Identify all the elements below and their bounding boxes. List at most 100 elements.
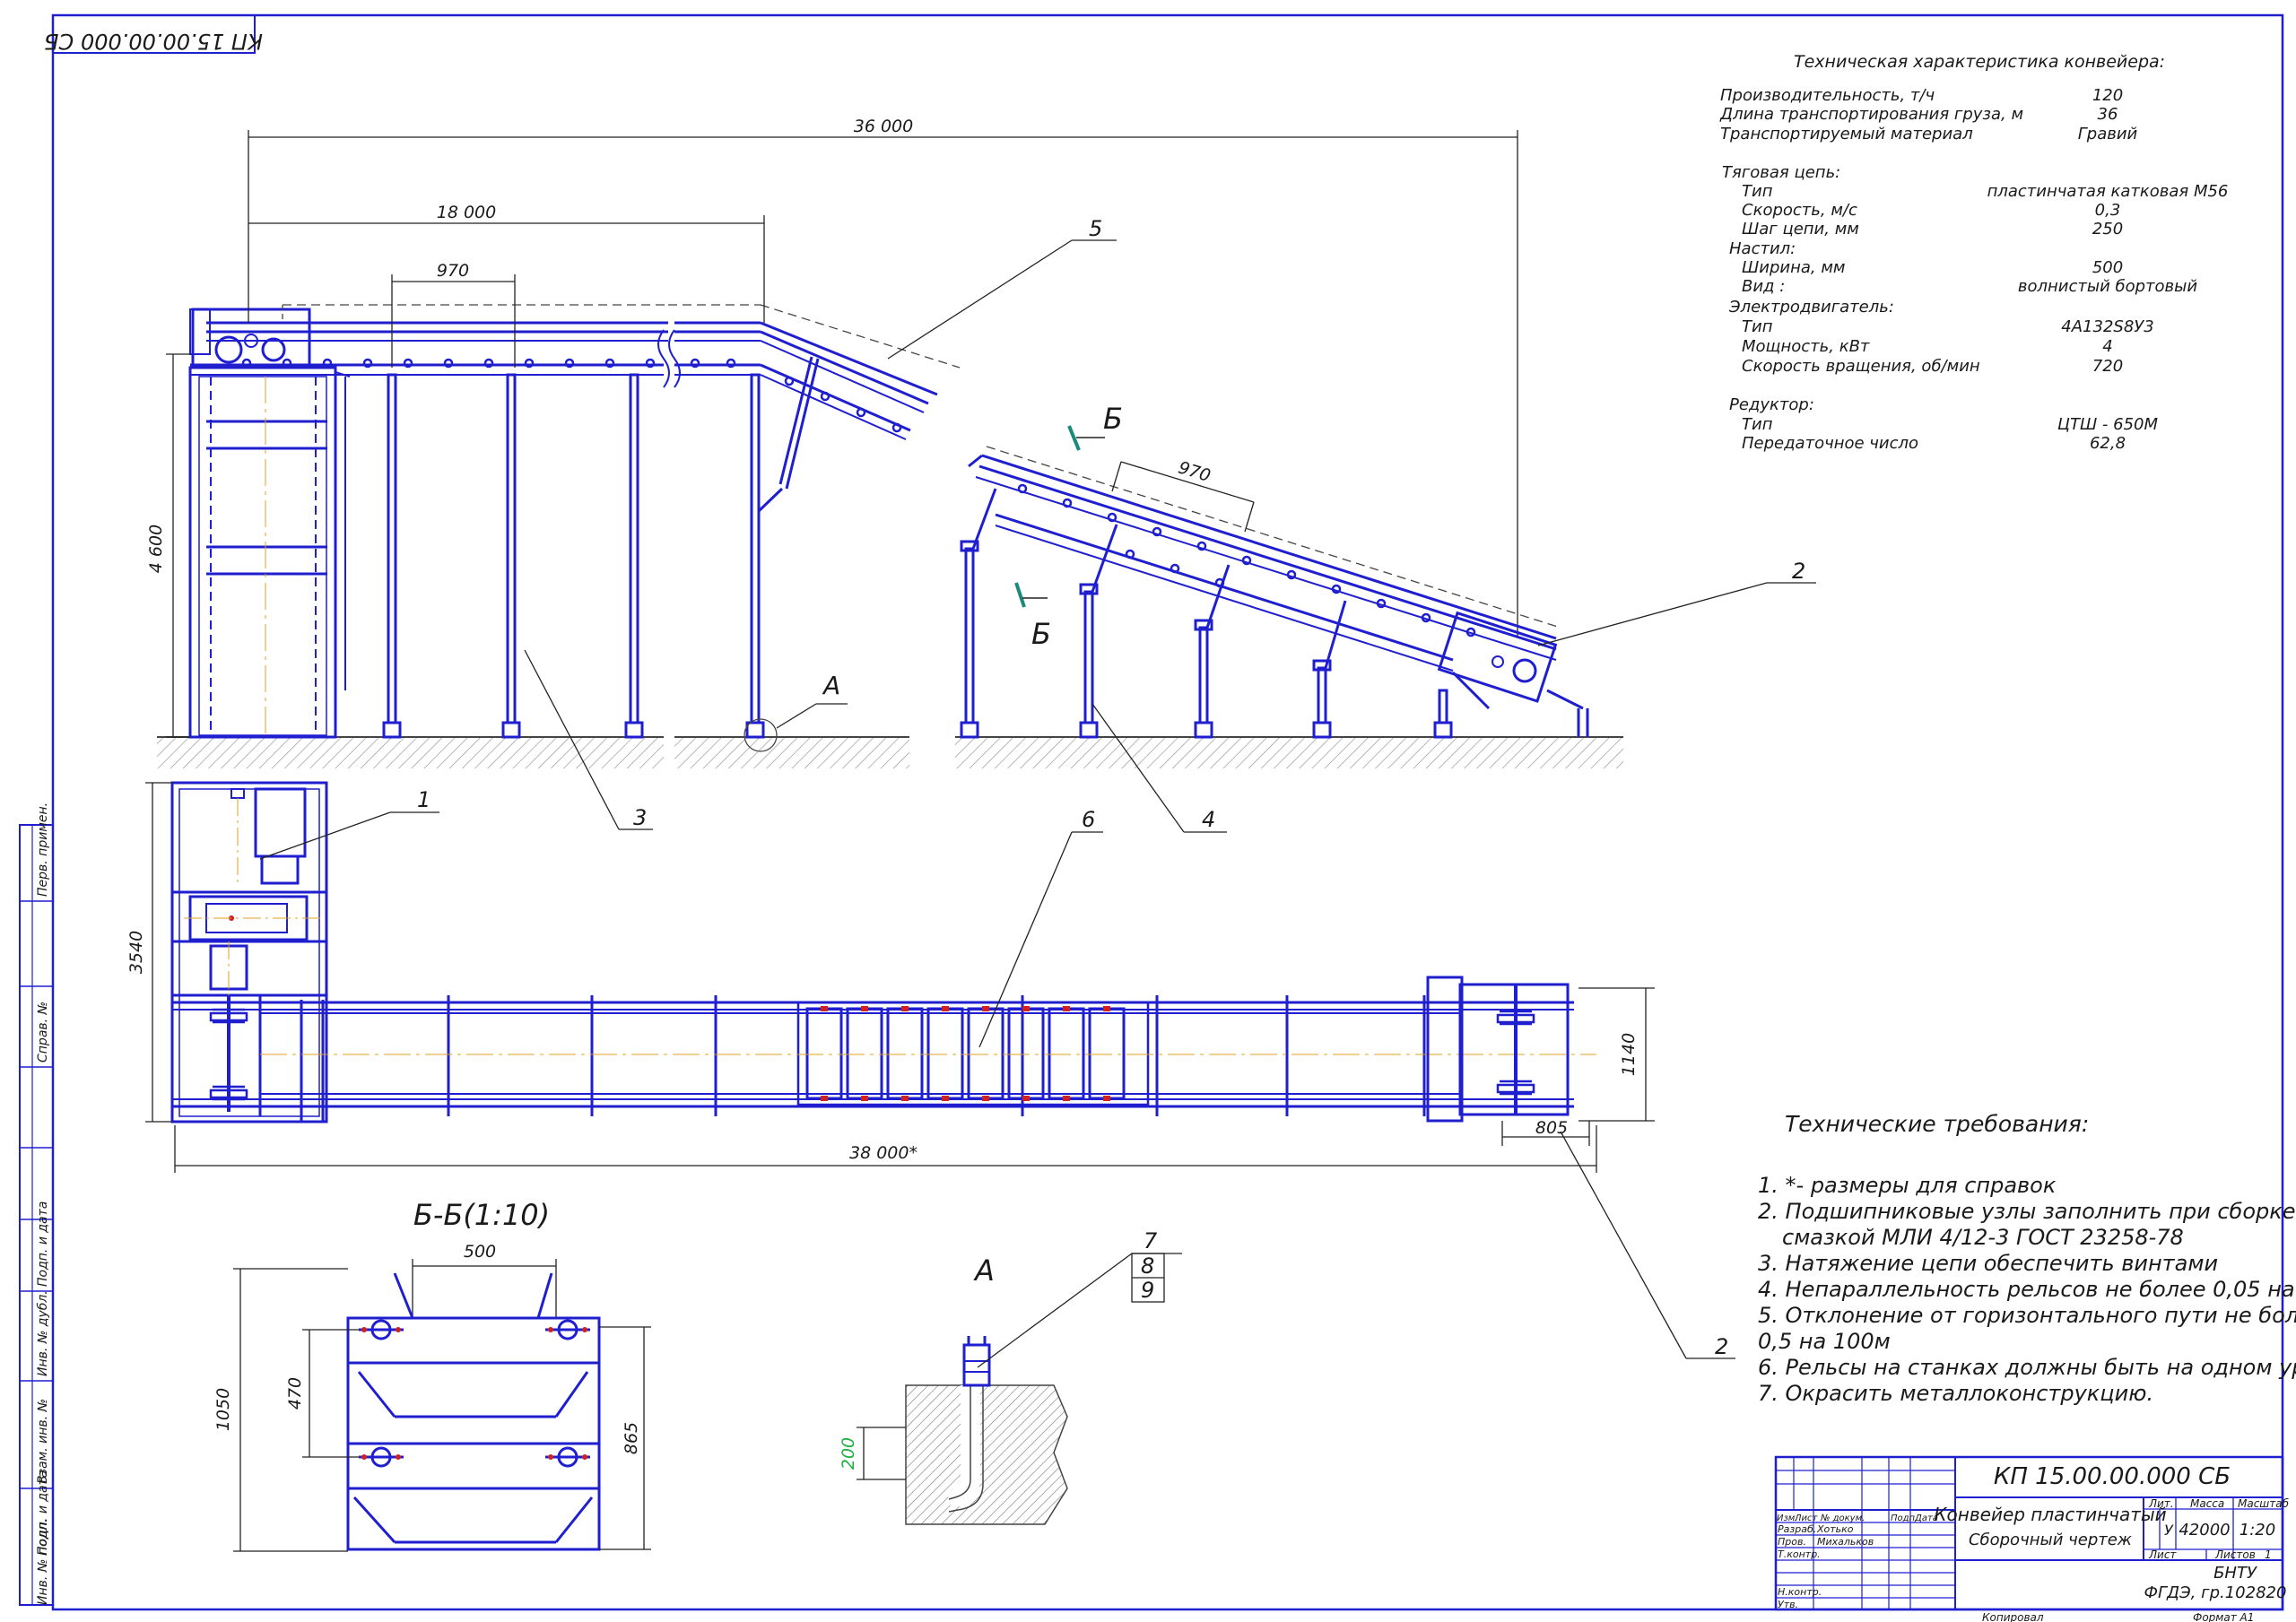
- svg-text:Пров.: Пров.: [1778, 1536, 1806, 1548]
- svg-text:Б: Б: [1103, 402, 1123, 436]
- svg-text:Подп. и дата: Подп. и дата: [36, 1201, 50, 1287]
- svg-text:Формат А1: Формат А1: [2193, 1611, 2254, 1622]
- svg-text:Дата: Дата: [1914, 1514, 1938, 1523]
- svg-text:КП 15.00.00.000 СБ: КП 15.00.00.000 СБ: [44, 29, 263, 54]
- svg-text:А: А: [973, 1253, 995, 1288]
- svg-text:38 000*: 38 000*: [849, 1143, 918, 1163]
- svg-text:Лист: Лист: [1794, 1514, 1819, 1523]
- svg-text:Подп.: Подп.: [1891, 1514, 1918, 1523]
- svg-text:Сборочный чертеж: Сборочный чертеж: [1969, 1531, 2133, 1549]
- characteristic-label: Мощность, кВт: [1742, 337, 1870, 356]
- svg-text:18 000: 18 000: [437, 203, 496, 222]
- svg-text:ФГДЭ, гр.102820: ФГДЭ, гр.102820: [2144, 1583, 2287, 1602]
- characteristic-value: 36: [2098, 105, 2118, 124]
- svg-text:865: 865: [622, 1422, 641, 1454]
- characteristic-label: Тип: [1742, 182, 1773, 201]
- svg-text:1: 1: [417, 787, 430, 812]
- svg-text:36 000: 36 000: [854, 117, 913, 136]
- svg-text:Т.контр.: Т.контр.: [1778, 1548, 1821, 1560]
- svg-text:Справ. №: Справ. №: [36, 1002, 50, 1063]
- characteristic-label: Настил:: [1729, 239, 1796, 258]
- svg-text:Михальков: Михальков: [1817, 1536, 1874, 1548]
- characteristic-value: 62,8: [2090, 434, 2126, 453]
- svg-text:6: 6: [1082, 807, 1095, 832]
- svg-text:1140: 1140: [1619, 1033, 1639, 1076]
- svg-text:1:20: 1:20: [2239, 1521, 2275, 1540]
- svg-text:Инв. № подл.: Инв. № подл.: [36, 1518, 50, 1605]
- assembly-drawing-sheet: КП 15.00.00.000 СБ Перв. примен. Справ. …: [0, 0, 2296, 1622]
- svg-text:Лит.: Лит.: [2148, 1497, 2174, 1510]
- characteristic-value: Гравий: [2078, 125, 2138, 143]
- characteristic-value: 0,3: [2095, 201, 2121, 220]
- characteristic-value: 4: [2102, 337, 2112, 356]
- characteristic-label: Шаг цепи, мм: [1742, 220, 1859, 239]
- characteristic-value: 120: [2092, 86, 2123, 105]
- svg-text:9: 9: [1141, 1278, 1154, 1303]
- characteristic-label: Производительность, т/ч: [1720, 86, 1935, 105]
- svg-text:8: 8: [1141, 1253, 1154, 1279]
- svg-text:Хотько: Хотько: [1816, 1523, 1854, 1535]
- svg-text:Масса: Масса: [2190, 1497, 2224, 1510]
- characteristic-value: пластинчатая катковая М56: [1987, 182, 2229, 201]
- requirement-item: 5. Отклонение от горизонтального пути не…: [1758, 1303, 2296, 1328]
- requirement-item: 3. Натяжение цепи обеспечить винтами: [1758, 1251, 2218, 1276]
- svg-text:Копировал: Копировал: [1982, 1611, 2044, 1622]
- svg-text:3: 3: [633, 805, 647, 830]
- characteristic-value: волнистый бортовый: [2018, 277, 2197, 296]
- characteristic-value: 4А132S8У3: [2061, 317, 2153, 336]
- svg-text:200: 200: [839, 1437, 858, 1470]
- svg-text:Листов: Листов: [2214, 1548, 2256, 1561]
- svg-text:Техническая характеристика кон: Техническая характеристика конвейера:: [1794, 52, 2165, 72]
- svg-text:5: 5: [1089, 216, 1102, 241]
- requirement-item: 7. Окрасить металлоконструкцию.: [1758, 1381, 2153, 1406]
- svg-text:Инв. № дубл.: Инв. № дубл.: [36, 1290, 50, 1376]
- requirement-item: 4. Непараллельность рельсов не более 0,0…: [1758, 1277, 2296, 1302]
- svg-text:А: А: [822, 671, 840, 700]
- svg-text:42000: 42000: [2179, 1521, 2230, 1540]
- svg-text:7: 7: [1144, 1228, 1158, 1253]
- svg-text:БНТУ: БНТУ: [2213, 1564, 2257, 1583]
- characteristic-value: 500: [2092, 258, 2123, 277]
- svg-text:4: 4: [1202, 807, 1215, 832]
- svg-text:3540: 3540: [126, 931, 146, 974]
- svg-text:Перв. примен.: Перв. примен.: [36, 802, 50, 897]
- svg-text:1050: 1050: [213, 1388, 233, 1431]
- characteristic-value: ЦТШ - 650М: [2057, 415, 2159, 434]
- svg-text:Разраб.: Разраб.: [1778, 1523, 1816, 1535]
- characteristic-value: 720: [2092, 357, 2123, 376]
- requirement-item: 2. Подшипниковые узлы заполнить при сбор…: [1758, 1199, 2296, 1224]
- svg-text:Лист: Лист: [2148, 1548, 2177, 1561]
- characteristic-label: Вид :: [1742, 277, 1785, 296]
- svg-text:500: 500: [464, 1242, 496, 1262]
- svg-text:Утв.: Утв.: [1778, 1599, 1798, 1610]
- svg-text:Конвейер пластинчатый: Конвейер пластинчатый: [1934, 1504, 2166, 1525]
- requirement-item: 6. Рельсы на станках должны быть на одно…: [1758, 1355, 2296, 1380]
- svg-text:КП 15.00.00.000 СБ: КП 15.00.00.000 СБ: [1994, 1463, 2231, 1490]
- characteristic-label: Длина транспортирования груза, м: [1719, 105, 2023, 124]
- characteristic-label: Передаточное число: [1742, 434, 1918, 453]
- characteristic-label: Тип: [1742, 317, 1773, 336]
- svg-text:Н.контр.: Н.контр.: [1778, 1586, 1822, 1598]
- svg-text:Масштаб: Масштаб: [2238, 1497, 2290, 1510]
- svg-text:Б-Б(1:10): Б-Б(1:10): [413, 1198, 550, 1232]
- requirement-item: 1. *- размеры для справок: [1758, 1173, 2057, 1198]
- svg-text:970: 970: [437, 261, 469, 281]
- svg-text:Б: Б: [1031, 617, 1051, 651]
- characteristic-label: Ширина, мм: [1742, 258, 1845, 277]
- svg-text:У: У: [2164, 1522, 2174, 1539]
- svg-text:Технические требования:: Технические требования:: [1785, 1111, 2089, 1137]
- svg-text:2: 2: [1792, 559, 1805, 584]
- svg-text:1: 1: [2265, 1548, 2272, 1561]
- characteristic-label: Тяговая цепь:: [1722, 163, 1840, 182]
- characteristic-label: Электродвигатель:: [1728, 298, 1894, 317]
- svg-text:№ докум.: № докум.: [1820, 1514, 1865, 1523]
- characteristic-label: Скорость вращения, об/мин: [1742, 357, 1980, 376]
- svg-text:470: 470: [285, 1377, 305, 1409]
- characteristic-label: Скорость, м/с: [1742, 201, 1857, 220]
- requirement-item: 0,5 на 100м: [1758, 1329, 1891, 1354]
- svg-text:4 600: 4 600: [146, 525, 166, 573]
- characteristic-value: 250: [2092, 220, 2123, 239]
- svg-text:2: 2: [1715, 1334, 1728, 1359]
- characteristic-label: Тип: [1742, 415, 1773, 434]
- requirement-item: смазкой МЛИ 4/12-3 ГОСТ 23258-78: [1782, 1225, 2184, 1250]
